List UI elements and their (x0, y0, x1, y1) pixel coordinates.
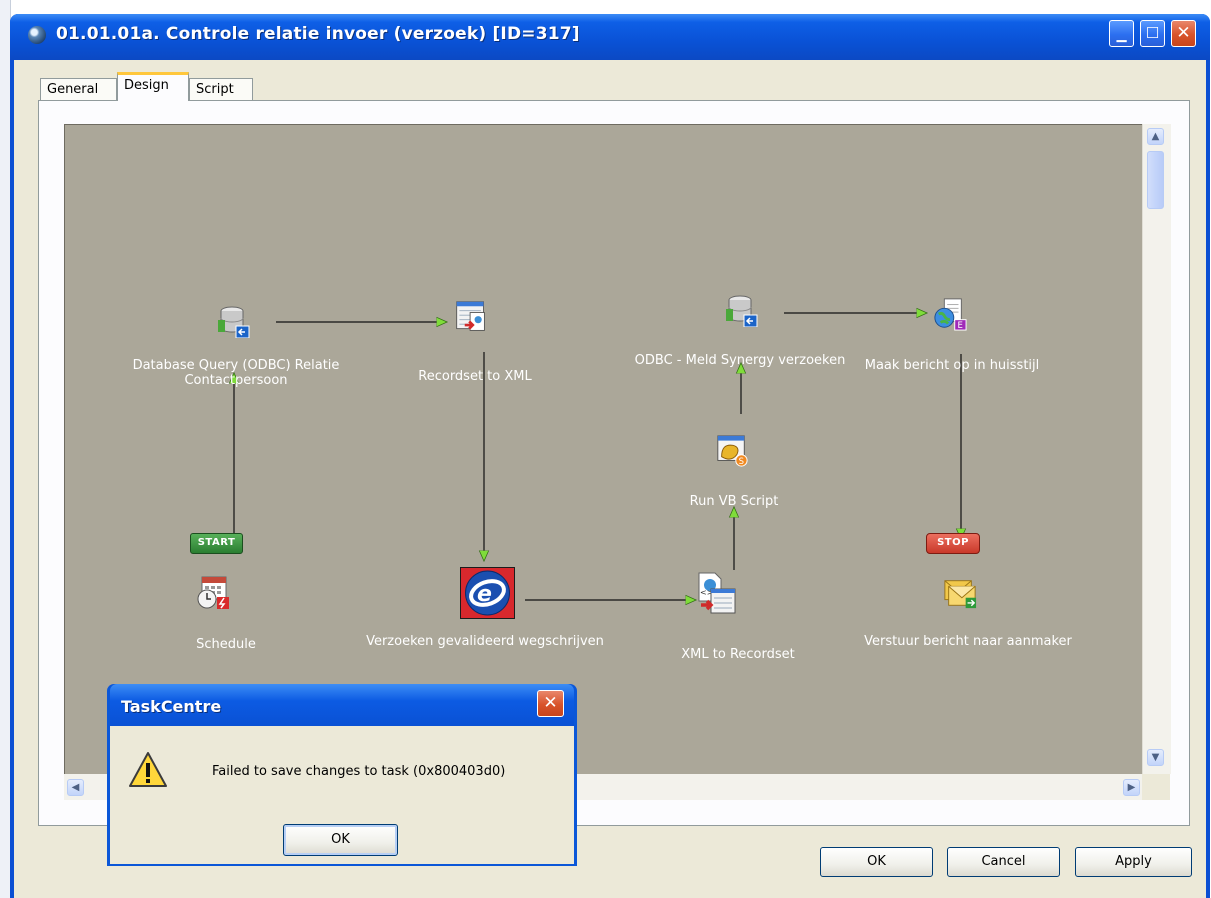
maximize-icon: ☐ (1145, 24, 1160, 42)
node-label-schedule: Schedule (196, 637, 256, 652)
scroll-up-button[interactable]: ▲ (1147, 128, 1164, 145)
close-icon: ✕ (543, 693, 558, 713)
message-box-title: TaskCentre (121, 697, 222, 716)
send-mail-icon[interactable] (943, 576, 977, 610)
close-button[interactable]: ✕ (1171, 20, 1196, 47)
node-label-xml-to-rs: XML to Recordset (681, 647, 795, 662)
minimize-icon: ▁ (1116, 28, 1127, 43)
tab-general[interactable]: General (40, 78, 117, 100)
node-label-odbc-meld: ODBC - Meld Synergy verzoeken (634, 353, 846, 368)
svg-text:S: S (739, 457, 744, 467)
app-icon (28, 26, 46, 44)
svg-text:E: E (958, 321, 963, 331)
node-label-db-query: Database Query (ODBC) Relatie Contactper… (116, 358, 356, 388)
node-label-line: Database Query (ODBC) Relatie (132, 358, 340, 373)
node-label-rs-to-xml: Recordset to XML (418, 369, 532, 384)
node-label-line: Contactpersoon (184, 373, 288, 388)
minimize-button[interactable]: ▁ (1109, 20, 1134, 47)
scroll-left-button[interactable]: ◀ (67, 779, 84, 796)
connector-e-icon[interactable]: e (460, 567, 515, 619)
close-icon: ✕ (1176, 23, 1191, 43)
database-query-icon[interactable] (216, 304, 250, 338)
database-query-icon[interactable] (724, 293, 758, 327)
ok-button[interactable]: OK (820, 847, 933, 877)
vertical-scroll-thumb[interactable] (1147, 151, 1164, 209)
tab-script[interactable]: Script (189, 78, 253, 100)
cancel-button[interactable]: Cancel (947, 847, 1060, 877)
maximize-button[interactable]: ☐ (1140, 20, 1165, 47)
flow-connectors (64, 124, 1142, 774)
node-label-verstuur: Verstuur bericht naar aanmaker (864, 634, 1072, 649)
message-box-ok-button[interactable]: OK (283, 824, 398, 856)
scroll-right-button[interactable]: ▶ (1123, 779, 1140, 796)
stop-badge: STOP (926, 533, 980, 554)
xml-to-recordset-icon[interactable]: <> (697, 571, 737, 615)
node-label-run-vb: Run VB Script (689, 494, 779, 509)
svg-text:e: e (477, 582, 492, 607)
start-badge: START (190, 533, 243, 554)
script-icon[interactable]: S (715, 434, 749, 468)
schedule-icon[interactable] (196, 575, 230, 609)
apply-button[interactable]: Apply (1075, 847, 1192, 877)
recordset-to-xml-icon[interactable] (454, 300, 488, 334)
warning-icon (129, 752, 167, 787)
message-box-text: Failed to save changes to task (0x800403… (212, 764, 506, 779)
message-box-close-button[interactable]: ✕ (537, 690, 564, 717)
window-title: 01.01.01a. Controle relatie invoer (verz… (56, 24, 580, 44)
vertical-scrollbar[interactable] (1142, 124, 1171, 774)
scrollbar-corner (1142, 774, 1170, 800)
scroll-down-button[interactable]: ▼ (1147, 749, 1164, 766)
node-label-maak-bericht: Maak bericht op in huisstijl (864, 358, 1040, 373)
html-document-icon[interactable]: E (933, 297, 967, 331)
tab-design[interactable]: Design (117, 72, 189, 101)
node-label-verzoeken: Verzoeken gevalideerd wegschrijven (366, 634, 604, 649)
